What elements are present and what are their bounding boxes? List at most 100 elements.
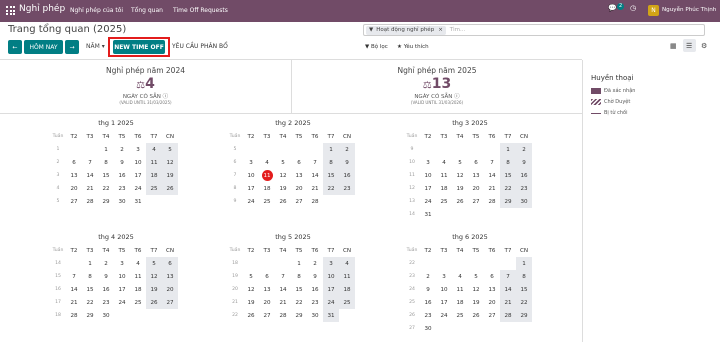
day-cell[interactable]: 1 <box>98 143 114 156</box>
day-cell[interactable]: 28 <box>307 195 323 208</box>
day-cell[interactable]: 14 <box>484 169 500 182</box>
day-cell[interactable]: 14 <box>307 169 323 182</box>
avatar[interactable]: N <box>648 5 659 16</box>
day-cell[interactable]: 11 <box>339 270 355 283</box>
day-cell[interactable]: 25 <box>436 195 452 208</box>
day-cell[interactable]: 1 <box>500 143 516 156</box>
day-cell[interactable]: 1 <box>323 143 339 156</box>
day-cell[interactable]: 23 <box>114 182 130 195</box>
day-cell[interactable]: 29 <box>500 195 516 208</box>
activity-clock-icon[interactable]: ◷ <box>630 4 636 12</box>
day-cell[interactable]: 24 <box>420 195 436 208</box>
day-cell[interactable]: 14 <box>275 283 291 296</box>
day-cell[interactable]: 17 <box>323 283 339 296</box>
day-cell[interactable]: 26 <box>275 195 291 208</box>
day-cell[interactable]: 20 <box>162 283 178 296</box>
day-cell[interactable]: 30 <box>114 195 130 208</box>
scale-dropdown[interactable]: NĂM ▾ <box>86 43 105 50</box>
day-cell[interactable]: 23 <box>98 296 114 309</box>
day-cell[interactable]: 26 <box>146 296 162 309</box>
day-cell[interactable]: 4 <box>339 257 355 270</box>
day-cell[interactable]: 16 <box>339 169 355 182</box>
day-cell[interactable]: 5 <box>162 143 178 156</box>
day-cell[interactable]: 7 <box>82 156 98 169</box>
day-cell[interactable]: 15 <box>82 283 98 296</box>
day-cell[interactable]: 12 <box>452 169 468 182</box>
summary-2025[interactable]: Nghỉ phép năm 2025 ⚖13 NGÀY CÓ SẴN ⓘ (VA… <box>292 60 582 112</box>
day-cell[interactable]: 11 <box>436 169 452 182</box>
day-cell[interactable]: 10 <box>114 270 130 283</box>
day-cell[interactable]: 27 <box>484 309 500 322</box>
nav-my-time-off[interactable]: Nghỉ phép của tôi <box>70 7 123 14</box>
day-cell[interactable]: 15 <box>291 283 307 296</box>
day-cell[interactable]: 15 <box>98 169 114 182</box>
day-cell[interactable]: 15 <box>516 283 532 296</box>
day-cell[interactable]: 9 <box>420 283 436 296</box>
day-cell[interactable]: 22 <box>500 182 516 195</box>
day-cell[interactable]: 25 <box>130 296 146 309</box>
day-cell[interactable]: 10 <box>243 169 259 182</box>
day-cell[interactable]: 4 <box>436 156 452 169</box>
day-cell[interactable]: 5 <box>243 270 259 283</box>
day-cell[interactable]: 9 <box>307 270 323 283</box>
day-cell[interactable]: 7 <box>307 156 323 169</box>
day-cell[interactable]: 21 <box>275 296 291 309</box>
app-name[interactable]: Nghỉ phép <box>19 4 65 14</box>
day-cell[interactable]: 27 <box>162 296 178 309</box>
day-cell[interactable]: 19 <box>162 169 178 182</box>
day-cell[interactable]: 31 <box>420 208 436 221</box>
day-cell[interactable]: 19 <box>452 182 468 195</box>
close-icon[interactable]: × <box>438 27 443 33</box>
day-cell[interactable]: 26 <box>452 195 468 208</box>
day-cell[interactable]: 16 <box>420 296 436 309</box>
day-cell[interactable]: 20 <box>259 296 275 309</box>
day-cell[interactable]: 28 <box>484 195 500 208</box>
day-cell[interactable]: 12 <box>146 270 162 283</box>
day-cell[interactable]: 7 <box>484 156 500 169</box>
day-cell[interactable]: 19 <box>468 296 484 309</box>
day-cell[interactable]: 4 <box>452 270 468 283</box>
day-cell[interactable]: 12 <box>162 156 178 169</box>
day-cell[interactable]: 21 <box>66 296 82 309</box>
day-cell[interactable]: 16 <box>114 169 130 182</box>
day-cell[interactable]: 3 <box>436 270 452 283</box>
day-cell[interactable]: 1 <box>516 257 532 270</box>
day-cell[interactable]: 3 <box>114 257 130 270</box>
day-cell[interactable]: 21 <box>307 182 323 195</box>
day-cell[interactable]: 3 <box>420 156 436 169</box>
day-cell[interactable]: 25 <box>146 182 162 195</box>
day-cell[interactable]: 8 <box>98 156 114 169</box>
day-cell[interactable]: 8 <box>323 156 339 169</box>
day-cell[interactable]: 30 <box>98 309 114 322</box>
day-cell[interactable]: 20 <box>484 296 500 309</box>
day-cell[interactable]: 22 <box>291 296 307 309</box>
day-cell[interactable]: 22 <box>82 296 98 309</box>
day-cell[interactable]: 20 <box>468 182 484 195</box>
day-cell[interactable]: 14 <box>66 283 82 296</box>
day-cell[interactable]: 28 <box>66 309 82 322</box>
day-cell[interactable]: 23 <box>339 182 355 195</box>
day-cell[interactable]: 12 <box>275 169 291 182</box>
day-cell[interactable]: 5 <box>468 270 484 283</box>
day-cell[interactable]: 2 <box>339 143 355 156</box>
day-cell[interactable]: 6 <box>66 156 82 169</box>
day-cell[interactable]: 31 <box>323 309 339 322</box>
day-cell[interactable]: 4 <box>146 143 162 156</box>
day-cell[interactable]: 15 <box>500 169 516 182</box>
day-cell[interactable]: 16 <box>516 169 532 182</box>
day-cell[interactable]: 3 <box>130 143 146 156</box>
day-cell[interactable]: 7 <box>500 270 516 283</box>
day-cell[interactable]: 5 <box>452 156 468 169</box>
day-cell[interactable]: 19 <box>243 296 259 309</box>
list-view-icon[interactable]: ☰ <box>686 42 692 50</box>
day-cell[interactable]: 8 <box>291 270 307 283</box>
today-day-cell[interactable]: 11 <box>259 169 275 182</box>
day-cell[interactable]: 10 <box>130 156 146 169</box>
day-cell[interactable]: 13 <box>259 283 275 296</box>
summary-2024[interactable]: Nghỉ phép năm 2024 ⚖4 NGÀY CÓ SẴN ⓘ (VAL… <box>0 60 291 112</box>
day-cell[interactable]: 26 <box>162 182 178 195</box>
search-bar[interactable]: ▼ Hoạt động nghỉ phép × Tìm... <box>363 24 705 36</box>
day-cell[interactable]: 28 <box>275 309 291 322</box>
day-cell[interactable]: 23 <box>307 296 323 309</box>
day-cell[interactable]: 18 <box>436 182 452 195</box>
